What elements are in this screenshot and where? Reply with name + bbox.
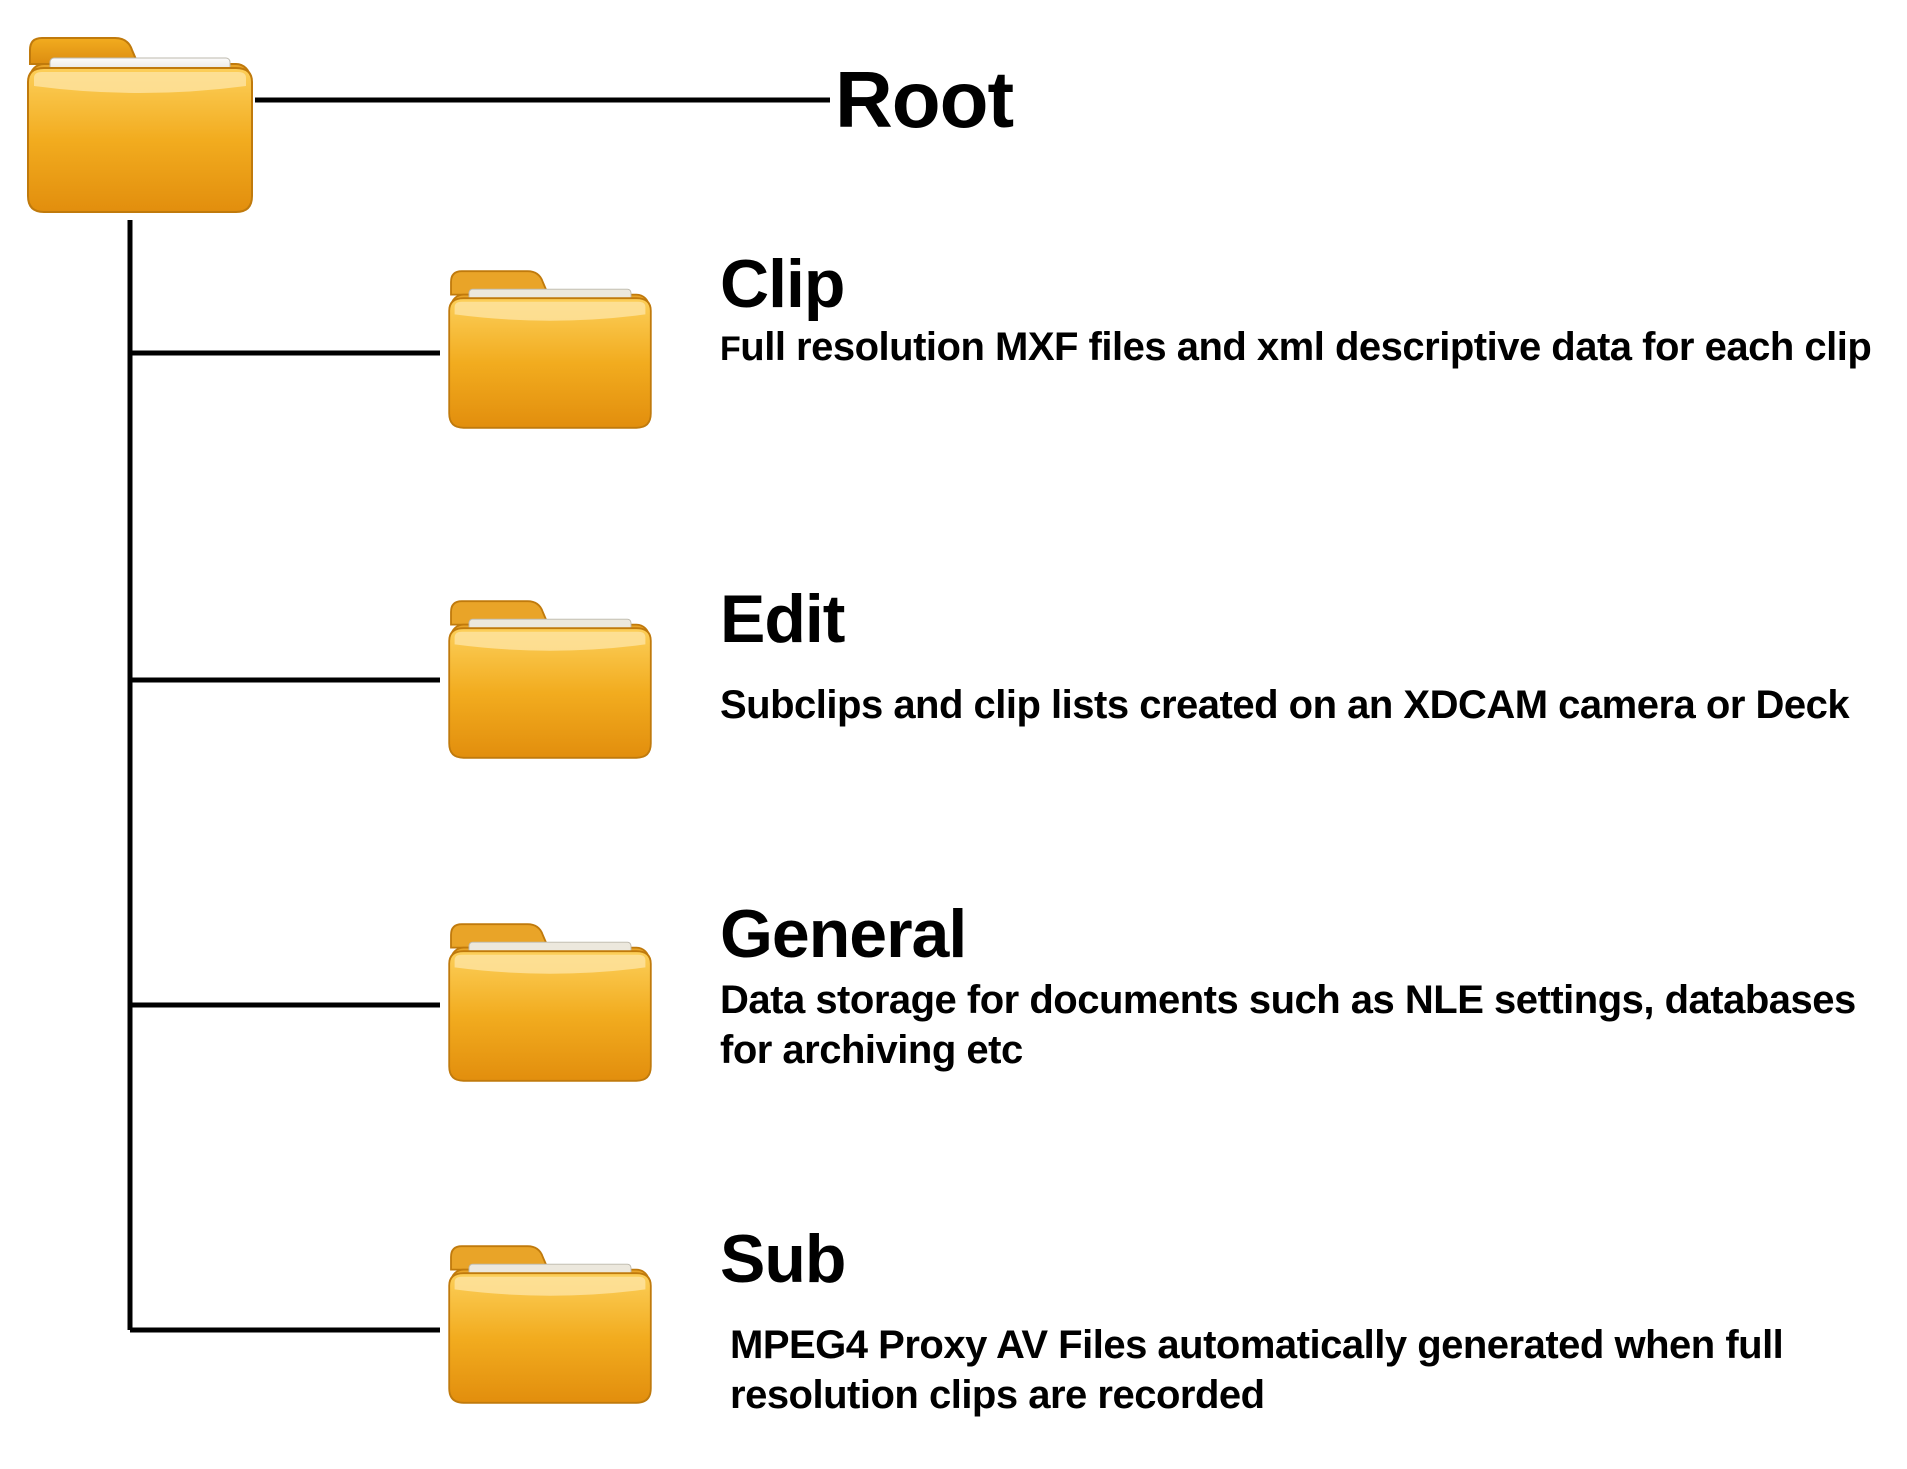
root-label: Root bbox=[835, 60, 1013, 140]
folder-icon-root bbox=[20, 20, 260, 220]
sub-title: Sub bbox=[720, 1225, 845, 1293]
folder-icon-general bbox=[440, 908, 660, 1088]
folder-icon-sub bbox=[440, 1230, 660, 1410]
sub-desc: MPEG4 Proxy AV Files automatically gener… bbox=[730, 1320, 1907, 1420]
folder-icon-clip bbox=[440, 255, 660, 435]
general-title: General bbox=[720, 900, 966, 968]
diagram-canvas: Root Clip Full resolution MXF files and … bbox=[0, 0, 1907, 1469]
folder-icon-edit bbox=[440, 585, 660, 765]
tree-lines bbox=[0, 0, 1907, 1469]
edit-desc: Subclips and clip lists created on an XD… bbox=[720, 680, 1849, 730]
general-desc: Data storage for documents such as NLE s… bbox=[720, 975, 1907, 1075]
edit-title: Edit bbox=[720, 585, 844, 653]
clip-title: Clip bbox=[720, 250, 844, 318]
clip-desc: Full resolution MXF files and xml descri… bbox=[720, 322, 1871, 372]
